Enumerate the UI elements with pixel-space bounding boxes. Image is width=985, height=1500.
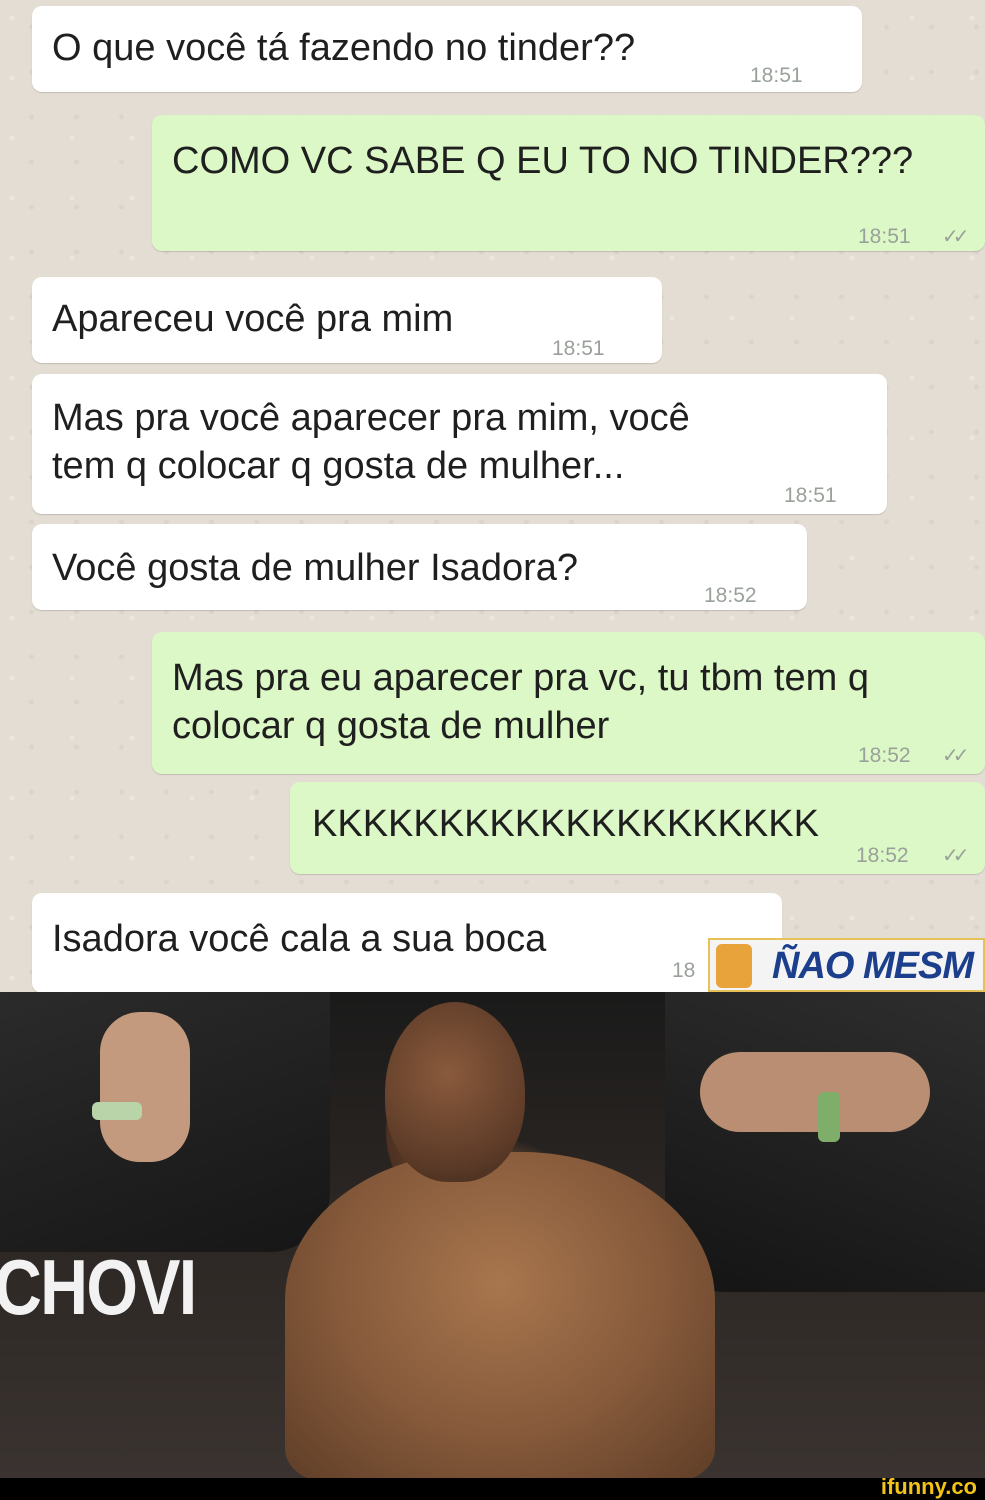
crowd-right — [665, 992, 985, 1292]
footer-bar: ifunny.co — [0, 1474, 985, 1499]
wristband-right — [818, 1092, 840, 1142]
message-text: Você gosta de mulher Isadora? — [52, 547, 579, 589]
message-bubble-outgoing[interactable]: Mas pra eu aparecer pra vc, tu tbm tem q… — [152, 632, 985, 774]
message-bubble-incoming[interactable]: Isadora você cala a sua boca 18 — [32, 893, 782, 992]
message-text-line: Mas pra você aparecer pra mim, você — [52, 397, 690, 439]
message-text-line: Mas pra eu aparecer pra vc, tu tbm tem q — [172, 657, 869, 699]
message-bubble-outgoing[interactable]: COMO VC SABE Q EU TO NO TINDER??? 18:51 … — [152, 115, 985, 251]
character-icon — [716, 944, 752, 988]
banner-text: CHOVI — [0, 1243, 197, 1331]
crowd-arm-left — [100, 1012, 190, 1162]
message-bubble-outgoing[interactable]: KKKKKKKKKKKKKKKKKKKK 18:52 ✓✓ — [290, 782, 985, 874]
message-bubble-incoming[interactable]: O que você tá fazendo no tinder?? 18:51 — [32, 6, 862, 92]
message-text: Apareceu você pra mim — [52, 298, 454, 340]
message-text: COMO VC SABE Q EU TO NO TINDER??? — [172, 140, 914, 182]
message-bubble-incoming[interactable]: Apareceu você pra mim 18:51 — [32, 277, 662, 363]
message-time: 18:51 — [552, 337, 605, 360]
message-time: 18:51 — [784, 484, 837, 507]
message-time: 18:52 — [856, 844, 909, 867]
message-text-line: colocar q gosta de mulher — [172, 705, 610, 747]
fighter-torso — [285, 1152, 715, 1478]
read-receipt-icon: ✓✓ — [942, 845, 969, 867]
read-receipt-icon: ✓✓ — [942, 226, 969, 248]
message-text: KKKKKKKKKKKKKKKKKKKK — [312, 803, 819, 845]
nao-mesmo-sticker: ÑAO MESM — [708, 938, 985, 992]
fighter-head — [385, 1002, 525, 1182]
ifunny-watermark[interactable]: ifunny.co — [881, 1474, 977, 1500]
sticker-label: ÑAO MESM — [772, 945, 974, 987]
reaction-meme-image: CHOVI — [0, 992, 985, 1478]
read-receipt-icon: ✓✓ — [942, 745, 969, 767]
crowd-arm-right — [700, 1052, 930, 1132]
message-text: Isadora você cala a sua boca — [52, 918, 547, 960]
message-time: 18:51 — [858, 225, 911, 248]
message-text: O que você tá fazendo no tinder?? — [52, 27, 636, 69]
message-time: 18 — [672, 959, 696, 982]
wristband-left — [92, 1102, 142, 1120]
chat-screenshot: O que você tá fazendo no tinder?? 18:51 … — [0, 0, 985, 992]
message-time: 18:51 — [750, 64, 803, 87]
message-bubble-incoming[interactable]: Você gosta de mulher Isadora? 18:52 — [32, 524, 807, 610]
message-time: 18:52 — [704, 584, 757, 607]
message-bubble-incoming[interactable]: Mas pra você aparecer pra mim, você tem … — [32, 374, 887, 514]
message-text-line: tem q colocar q gosta de mulher... — [52, 445, 625, 487]
message-time: 18:52 — [858, 744, 911, 767]
